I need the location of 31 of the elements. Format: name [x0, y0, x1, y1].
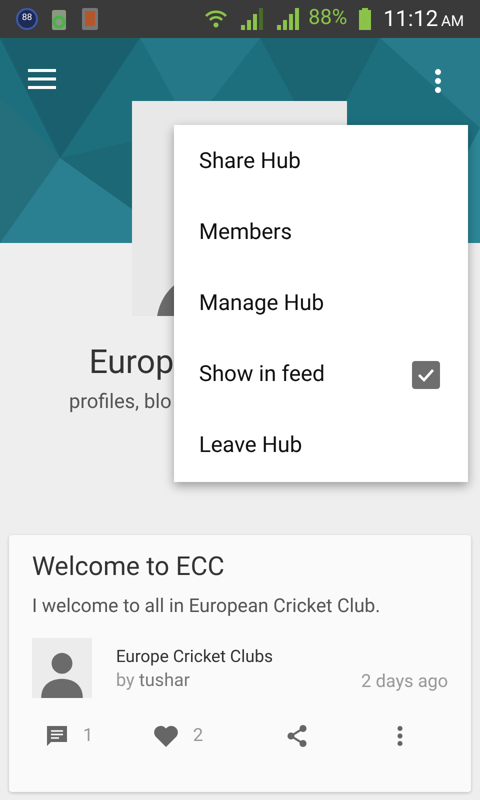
checkbox[interactable]: [412, 360, 440, 388]
phone-icon: [80, 7, 100, 31]
battery-saver-icon: [50, 7, 68, 31]
battery-icon: [359, 8, 372, 30]
group-name: Europe Cricket Clubs: [116, 646, 273, 668]
signal-icon: [276, 7, 300, 31]
menu-item-label: Show in feed: [199, 361, 326, 389]
menu-item[interactable]: Manage Hub: [174, 268, 468, 339]
hub-description: profiles, blo: [69, 388, 172, 414]
menu-item[interactable]: Members: [174, 197, 468, 268]
hub-title: Europ: [89, 342, 174, 384]
share-icon[interactable]: [286, 724, 308, 748]
comment-icon: [45, 724, 69, 748]
menu-item[interactable]: Show in feed: [174, 339, 468, 410]
author-name[interactable]: tushar: [139, 670, 190, 691]
wifi-icon: [204, 10, 228, 28]
post-time: 2 days ago: [361, 670, 448, 694]
battery-percentage: 88%: [308, 5, 348, 32]
post-title: Welcome to ECC: [32, 551, 226, 583]
menu-item[interactable]: Leave Hub: [174, 410, 468, 481]
menu-item[interactable]: Share Hub: [174, 126, 468, 197]
post-body: I welcome to all in European Cricket Club.: [32, 594, 382, 618]
signal-icon: [240, 7, 264, 31]
byline-prefix: by: [116, 670, 135, 691]
more-options-icon[interactable]: [396, 724, 404, 746]
more-options-icon[interactable]: [433, 68, 443, 94]
clock-meridiem: AM: [441, 10, 464, 32]
heart-icon: [153, 724, 179, 746]
clock-time: 11:12: [383, 6, 438, 34]
menu-icon[interactable]: [28, 69, 56, 89]
notification-badge: 88: [16, 8, 38, 30]
